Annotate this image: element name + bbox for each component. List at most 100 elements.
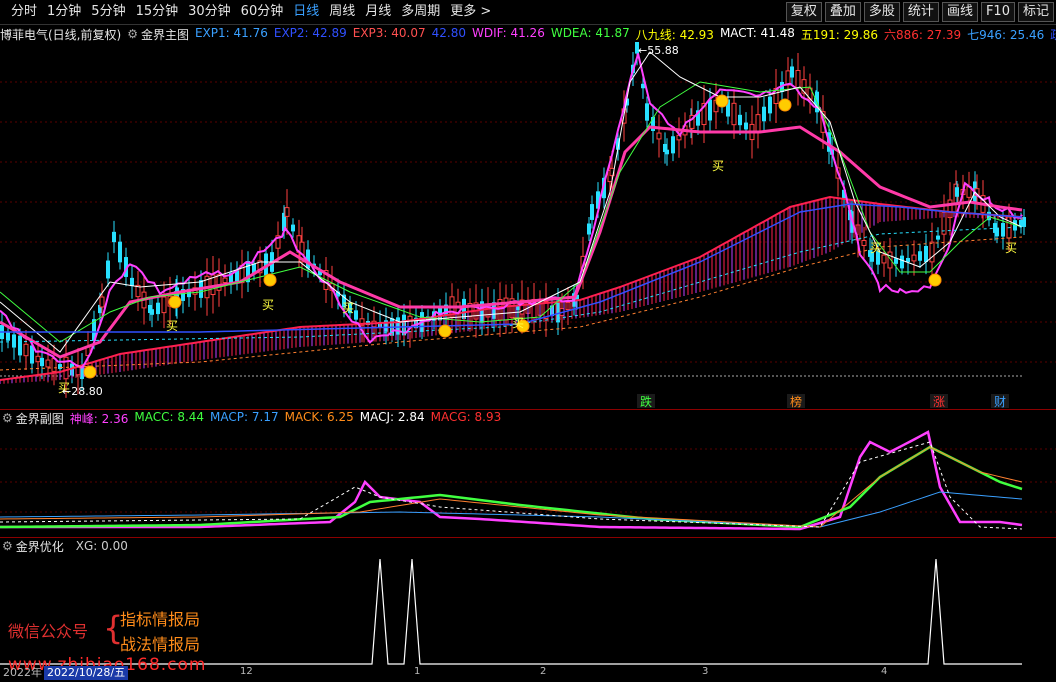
wdif-line bbox=[0, 53, 1023, 369]
candle-body bbox=[156, 302, 160, 315]
candle-body bbox=[23, 343, 29, 357]
period-tab[interactable]: 30分钟 bbox=[183, 3, 236, 21]
panel-divider bbox=[0, 537, 1056, 538]
candle-body bbox=[656, 132, 662, 140]
peak-price-label: ←55.88 bbox=[638, 44, 679, 57]
candle-body bbox=[665, 149, 669, 155]
axis-current-date: 2022/10/28/五 bbox=[44, 666, 129, 680]
axis-tick: 4 bbox=[881, 666, 888, 677]
period-tab[interactable]: 60分钟 bbox=[236, 3, 289, 21]
legend-value: WDEA: 41.87 bbox=[550, 25, 630, 40]
candle-body bbox=[744, 122, 748, 130]
candle-body bbox=[51, 358, 57, 372]
top-toolbar: 分时 1分钟 5分钟 15分钟 30分钟 60分钟 日线 周线 月线 多周期 更多 > 复权 叠加 多股… bbox=[0, 0, 1056, 25]
candle-body bbox=[955, 187, 959, 197]
event-marker: 涨 bbox=[933, 394, 945, 409]
settings-gear-icon[interactable]: ⚙ bbox=[2, 411, 13, 425]
buy-signal-dot bbox=[263, 273, 277, 287]
candle-body bbox=[291, 224, 295, 232]
candle-body bbox=[40, 357, 44, 367]
opt-chart-legend: ⚙ 金界优化 XG: 0.00 bbox=[0, 537, 140, 555]
ma-line-top bbox=[0, 195, 1023, 381]
legend-value: 六886: 27.39 bbox=[884, 27, 962, 42]
opt-indicator-name[interactable]: 金界优化 bbox=[16, 538, 64, 555]
buy-label: 买 bbox=[262, 298, 274, 312]
legend-value: EXP3: 40.07 bbox=[352, 25, 426, 40]
candle-body bbox=[924, 245, 928, 263]
candle-body bbox=[645, 103, 649, 121]
buy-label: 买 bbox=[870, 241, 882, 255]
candle-body bbox=[790, 66, 794, 78]
buy-label: 买 bbox=[342, 301, 354, 315]
legend-value: MACJ: 2.84 bbox=[359, 409, 425, 424]
candle-body bbox=[503, 297, 509, 321]
candle-body bbox=[35, 355, 41, 363]
event-marker: 跌 bbox=[640, 394, 652, 409]
period-tab[interactable]: 周线 bbox=[324, 3, 360, 21]
opt-legend-values: XG: 0.00 bbox=[76, 539, 134, 553]
candle-body bbox=[861, 240, 867, 246]
buy-signal-dot bbox=[83, 365, 97, 379]
candle-body bbox=[738, 114, 742, 126]
legend-value: WDIF: 41.26 bbox=[472, 25, 545, 40]
buy-label: 买 bbox=[712, 159, 724, 173]
legend-value: 疏: 23 bbox=[1050, 26, 1056, 43]
candle-body bbox=[6, 332, 10, 341]
period-tab[interactable]: 分时 bbox=[6, 3, 42, 21]
period-tab[interactable]: 多周期 bbox=[396, 3, 445, 21]
axis-year: 2022年 bbox=[3, 666, 42, 679]
period-tabs: 分时 1分钟 5分钟 15分钟 30分钟 60分钟 日线 周线 月线 多周期 更多 > bbox=[6, 3, 496, 21]
candle-body bbox=[918, 251, 922, 261]
event-marker: 榜 bbox=[790, 394, 802, 409]
candle-body bbox=[590, 204, 594, 220]
candle-body bbox=[900, 255, 904, 269]
sub-indicator-name[interactable]: 金界副图 bbox=[16, 410, 64, 427]
toolbar-button[interactable]: 标记 bbox=[1017, 2, 1054, 22]
candlestick-chart[interactable]: 买买买 买买买买 买←55.88←28.80跌榜涨财 bbox=[0, 42, 1056, 409]
buy-signal-dot bbox=[778, 98, 792, 112]
settings-gear-icon[interactable]: ⚙ bbox=[127, 27, 138, 41]
main-legend-values: EXP1: 41.76 EXP2: 42.89 EXP3: 40.07 42.80 WD… bbox=[195, 26, 1056, 43]
candle-body bbox=[130, 277, 134, 287]
toolbar-button[interactable]: 多股 bbox=[863, 2, 900, 22]
low-price-label: ←28.80 bbox=[62, 385, 103, 398]
candle-body bbox=[731, 102, 737, 126]
candle-body bbox=[1022, 217, 1026, 227]
period-tab[interactable]: 日线 bbox=[288, 3, 324, 21]
toolbar-button[interactable]: 画线 bbox=[941, 2, 978, 22]
toolbar-button[interactable]: F10 bbox=[980, 2, 1015, 22]
main-chart-legend: 博菲电气(日线,前复权) ⚙ 金界主图 EXP1: 41.76 EXP2: 42.… bbox=[0, 25, 1056, 43]
candle-body bbox=[768, 96, 772, 114]
legend-value: XG: 0.00 bbox=[75, 539, 128, 553]
candle-body bbox=[1001, 222, 1005, 237]
candle-body bbox=[911, 254, 917, 262]
candle-body bbox=[75, 366, 81, 376]
period-tab[interactable]: 1分钟 bbox=[42, 3, 86, 21]
period-tab[interactable]: 5分钟 bbox=[86, 3, 130, 21]
candle-body bbox=[106, 260, 110, 279]
legend-value: EXP2: 42.89 bbox=[273, 25, 347, 40]
candle-body bbox=[556, 300, 560, 323]
main-indicator-name[interactable]: 金界主图 bbox=[141, 26, 189, 43]
buy-signal-dot bbox=[438, 324, 452, 338]
period-tab[interactable]: 月线 bbox=[360, 3, 396, 21]
axis-tick: 1 bbox=[414, 666, 421, 677]
oscillator-chart[interactable] bbox=[0, 427, 1056, 537]
legend-value: MACC: 8.44 bbox=[134, 409, 205, 424]
watermark-wechat: 微信公众号 bbox=[8, 622, 89, 641]
period-tab[interactable]: 15分钟 bbox=[131, 3, 184, 21]
toolbar-button[interactable]: 复权 bbox=[785, 2, 822, 22]
toolbar-button[interactable]: 统计 bbox=[902, 2, 939, 22]
sub-chart-legend: ⚙ 金界副图 神峰: 2.36 MACC: 8.44 MACP: 7.17 MACK:… bbox=[0, 409, 513, 427]
toolbar-button[interactable]: 叠加 bbox=[824, 2, 861, 22]
candle-body bbox=[99, 296, 105, 308]
legend-value: 八九线: 42.93 bbox=[635, 27, 714, 42]
period-tab[interactable]: 更多 > bbox=[445, 3, 496, 21]
candle-body bbox=[995, 227, 999, 237]
buy-label: 买 bbox=[1005, 241, 1017, 255]
candle-body bbox=[755, 114, 761, 132]
candle-body bbox=[118, 241, 122, 263]
settings-gear-icon[interactable]: ⚙ bbox=[2, 539, 13, 553]
candle-body bbox=[795, 70, 801, 89]
candle-body bbox=[354, 310, 358, 320]
